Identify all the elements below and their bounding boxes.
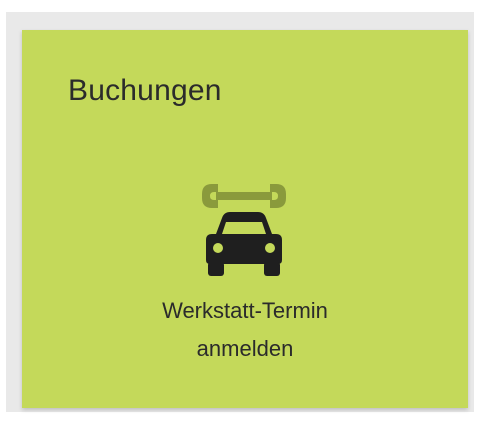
tile-label-line2: anmelden	[196, 336, 294, 361]
tile-label-line1: Werkstatt-Termin	[162, 298, 328, 323]
wrench-icon	[202, 184, 286, 208]
werkstatt-termin-tile[interactable]: Buchungen Werkstatt-Termin anmelden	[22, 30, 468, 408]
tile-label: Werkstatt-Termin anmelden	[22, 292, 468, 368]
car-repair-icon	[202, 184, 286, 276]
car-icon	[206, 212, 282, 276]
tile-title: Buchungen	[68, 74, 222, 107]
